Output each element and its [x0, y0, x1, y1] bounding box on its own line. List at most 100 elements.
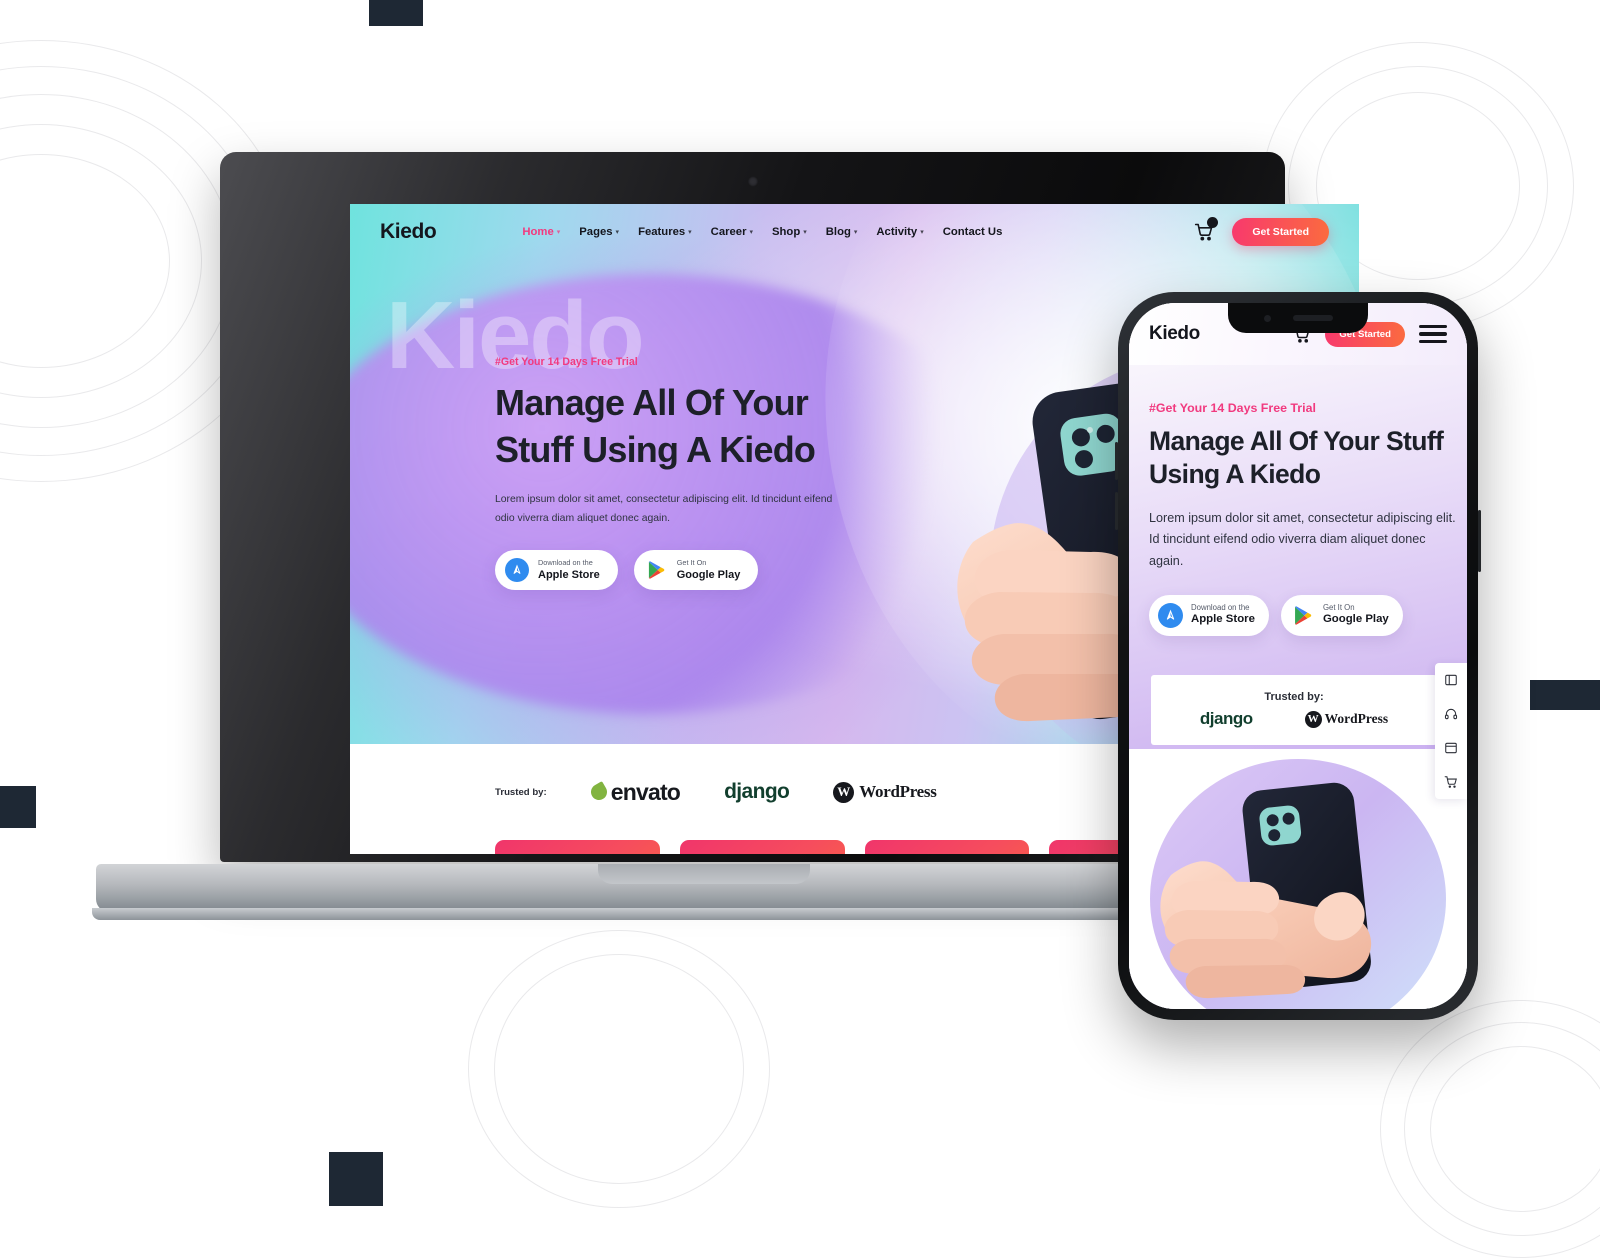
hero-heading: Manage All Of Your Stuff Using A Kiedo: [495, 379, 915, 473]
nav-item-label: Contact Us: [942, 226, 1003, 238]
page-root: Kiedo Kiedo Home ▾ Pages ▾ Features ▾ Caree…: [0, 0, 1600, 1258]
chevron-down-icon: ▾: [688, 229, 692, 236]
chevron-down-icon: ▾: [853, 229, 858, 236]
wordpress-w-icon: W: [1304, 710, 1322, 728]
mobile-website: Kiedo Get Started #Get Your 14 Days Free…: [1129, 303, 1467, 1009]
front-camera-icon: [1263, 314, 1271, 322]
phone-volume-down-button: [1115, 492, 1118, 530]
feature-card[interactable]: [495, 840, 660, 854]
cart-badge: [1207, 217, 1219, 228]
mobile-apple-store-text: Download on the Apple Store: [1191, 603, 1255, 627]
laptop-webcam-icon: [747, 176, 758, 187]
apple-store-icon: [1158, 602, 1183, 628]
store-big-label: Google Play: [1322, 613, 1389, 626]
google-play-icon: [644, 558, 668, 582]
store-big-label: Apple Store: [1191, 613, 1255, 626]
decor-square-top: [369, 0, 423, 26]
mobile-trusted-by-label: Trusted by:: [1264, 691, 1324, 703]
mobile-hero-paragraph: Lorem ipsum dolor sit amet, consectetur …: [1149, 510, 1456, 569]
phone-notch: [1228, 303, 1368, 333]
wordpress-logo: W WordPress: [833, 781, 937, 803]
store-small-label: Download on the: [1191, 603, 1250, 613]
get-started-button[interactable]: Get Started: [1232, 218, 1329, 246]
hamburger-menu-icon[interactable]: [1419, 324, 1447, 344]
desktop-nav-right: Get Started: [1194, 217, 1329, 246]
store-big-label: Google Play: [676, 568, 741, 581]
earpiece-speaker: [1292, 315, 1333, 321]
nav-item-home[interactable]: Home ▾: [522, 226, 560, 238]
wordpress-logo: W WordPress: [1304, 710, 1388, 728]
phone-volume-up-button: [1115, 442, 1118, 480]
store-small-label: Download on the: [538, 557, 593, 567]
mobile-logo[interactable]: Kiedo: [1149, 323, 1200, 345]
mobile-hero-illustration: [1129, 749, 1467, 1009]
mobile-trusted-logos: django W WordPress: [1200, 709, 1388, 729]
google-play-button[interactable]: Get It On Google Play: [633, 550, 759, 591]
nav-item-features[interactable]: Features ▾: [638, 226, 692, 238]
phone-power-button: [1478, 510, 1481, 572]
mobile-apple-store-button[interactable]: Download on the Apple Store: [1149, 594, 1269, 636]
wordpress-logo-text: WordPress: [859, 782, 937, 801]
google-play-icon: [1290, 603, 1315, 628]
headphones-icon[interactable]: [1444, 707, 1458, 721]
cart-icon[interactable]: [1444, 775, 1458, 789]
phone-screen: Kiedo Get Started #Get Your 14 Days Free…: [1129, 303, 1467, 1009]
google-play-text: Get It On Google Play: [676, 557, 741, 582]
mobile-google-play-text: Get It On Google Play: [1323, 603, 1389, 627]
decor-square-left: [0, 786, 36, 828]
phone-mockup: Kiedo Get Started #Get Your 14 Days Free…: [1115, 292, 1481, 1020]
envato-leaf-icon: [587, 781, 610, 803]
chevron-down-icon: ▾: [920, 229, 924, 236]
mobile-hero-heading: Manage All Of Your Stuff Using A Kiedo: [1149, 425, 1459, 492]
mobile-hero-content: #Get Your 14 Days Free Trial Manage All …: [1149, 401, 1459, 636]
nav-item-label: Blog: [825, 226, 851, 238]
feature-card[interactable]: [864, 840, 1030, 854]
nav-item-label: Pages: [579, 226, 613, 238]
mobile-hero-tagline: #Get Your 14 Days Free Trial: [1149, 401, 1316, 415]
nav-item-label: Activity: [876, 226, 918, 238]
desktop-store-buttons: Download on the Apple Store Get It On Go…: [495, 550, 915, 591]
envato-logo-text: envato: [610, 778, 681, 805]
hero-tagline: #Get Your 14 Days Free Trial: [495, 356, 638, 368]
store-small-label: Get It On: [676, 557, 707, 567]
decor-rings-bottom: [468, 930, 788, 1210]
nav-item-contact-us[interactable]: Contact Us: [943, 226, 1003, 238]
apple-store-button[interactable]: Download on the Apple Store: [495, 550, 618, 591]
apple-store-text: Download on the Apple Store: [538, 557, 600, 582]
feature-card[interactable]: [679, 840, 845, 854]
hero-heading-line2: Stuff Using A Kiedo: [495, 429, 816, 471]
django-logo: django: [1199, 709, 1253, 728]
chevron-down-icon: ▾: [803, 229, 807, 236]
store-small-label: Get It On: [1322, 603, 1355, 613]
hero-paragraph: Lorem ipsum dolor sit amet, consectetur …: [495, 494, 833, 524]
decor-square-right: [1530, 680, 1600, 710]
nav-item-label: Home: [522, 226, 554, 238]
mobile-heading-line1: Manage All Of Your Stuff: [1149, 426, 1444, 456]
nav-item-blog[interactable]: Blog ▾: [826, 226, 858, 238]
nav-item-shop[interactable]: Shop ▾: [772, 226, 807, 238]
nav-item-activity[interactable]: Activity ▾: [876, 226, 923, 238]
desktop-nav-menu: Home ▾ Pages ▾ Features ▾ Career ▾ Shop ▾ Blo…: [522, 226, 1002, 238]
chevron-down-icon: ▾: [749, 229, 753, 236]
desktop-logo[interactable]: Kiedo: [380, 220, 437, 244]
hero-heading-line1: Manage All Of Your: [495, 382, 809, 423]
nav-item-label: Features: [638, 226, 686, 238]
nav-item-career[interactable]: Career ▾: [711, 226, 753, 238]
chevron-down-icon: ▾: [615, 229, 620, 236]
mobile-side-toolbar: [1435, 663, 1467, 799]
desktop-navbar: Kiedo Home ▾ Pages ▾ Features ▾ Career ▾ Sho…: [350, 204, 1359, 260]
mobile-google-play-button[interactable]: Get It On Google Play: [1280, 594, 1403, 636]
desktop-hero-content: #Get Your 14 Days Free Trial Manage All …: [495, 356, 915, 591]
shopping-cart-icon[interactable]: [1194, 217, 1219, 242]
envato-logo: envato: [587, 778, 681, 806]
nav-item-pages[interactable]: Pages ▾: [579, 226, 619, 238]
apple-store-icon: [505, 558, 529, 583]
chevron-down-icon: ▾: [556, 229, 561, 236]
wordpress-w-icon: W: [833, 781, 855, 803]
mobile-heading-line2: Using A Kiedo: [1149, 459, 1321, 490]
book-icon[interactable]: [1444, 741, 1458, 755]
nav-item-label: Shop: [772, 226, 801, 238]
layout-panel-icon[interactable]: [1444, 673, 1458, 687]
mobile-trusted-by-card: Trusted by: django W WordPress: [1151, 675, 1437, 745]
mobile-store-buttons: Download on the Apple Store Get It On Go…: [1149, 594, 1459, 636]
